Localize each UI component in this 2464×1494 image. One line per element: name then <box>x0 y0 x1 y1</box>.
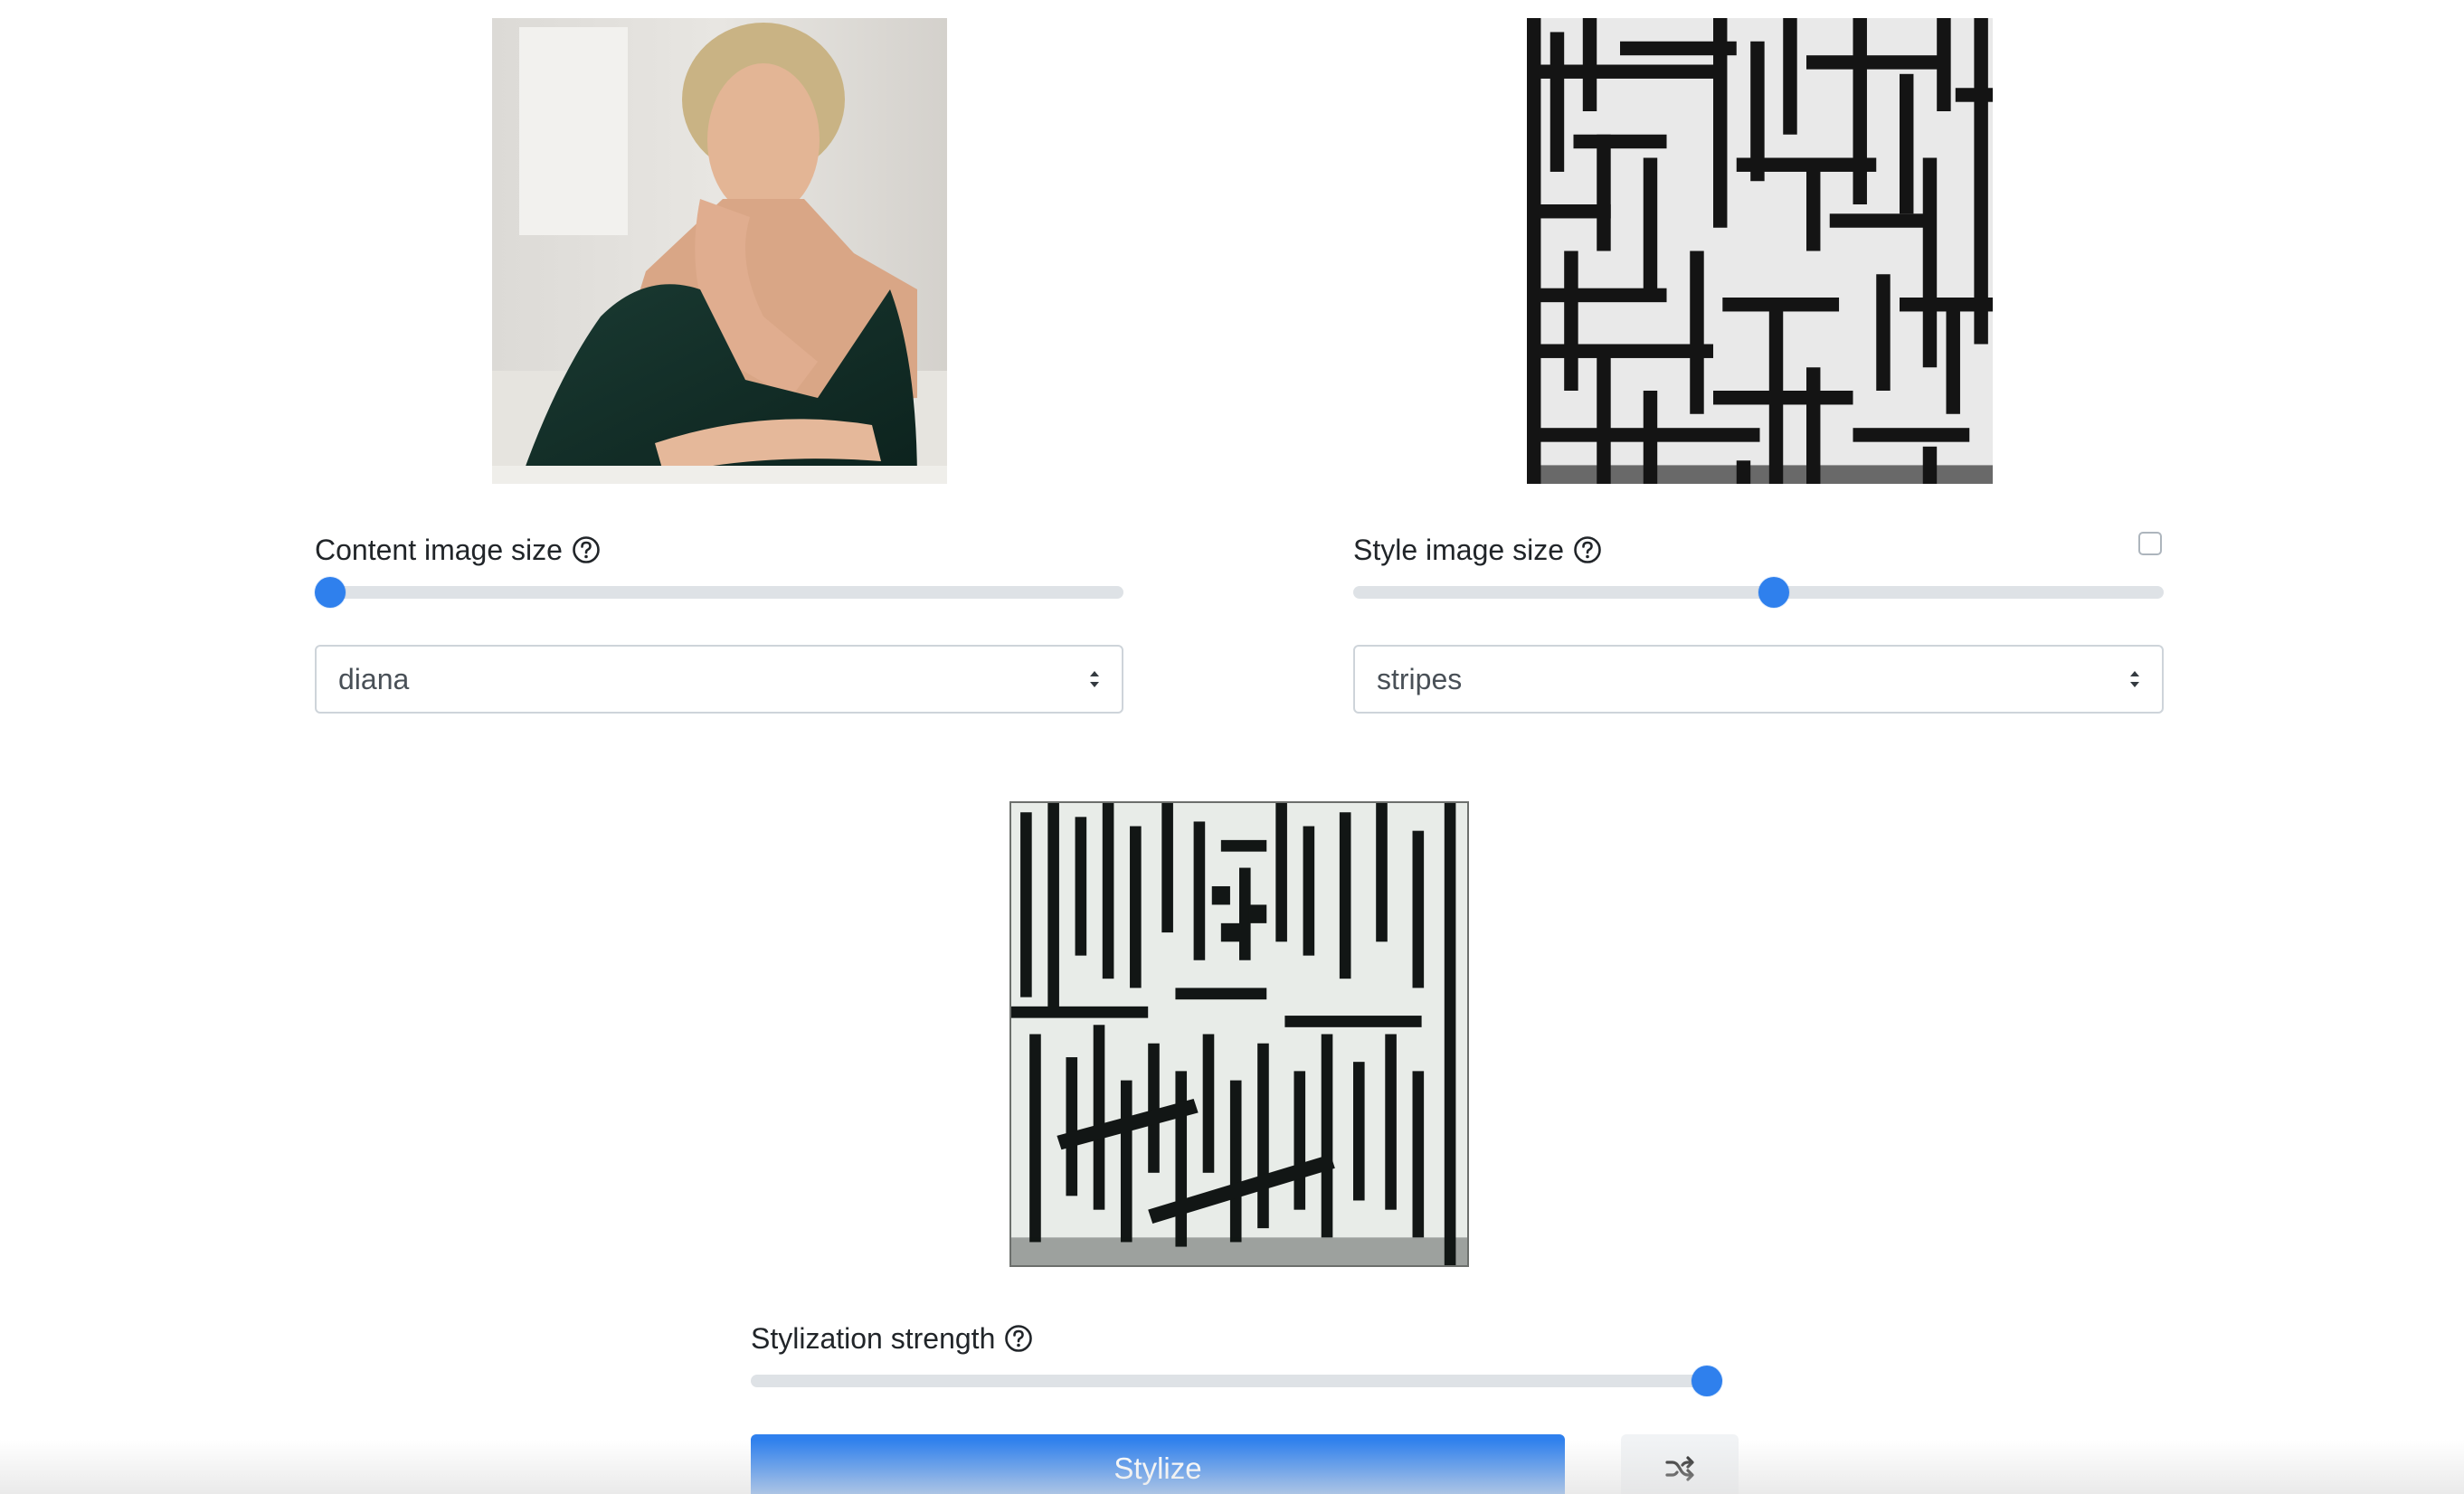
stylization-strength-label: Stylization strength <box>751 1322 996 1355</box>
sort-caret-icon <box>1087 667 1102 691</box>
style-image-select-value: stripes <box>1377 662 1463 695</box>
content-image-size-label: Content image size <box>315 534 563 566</box>
stylization-strength-label-row: Stylization strength <box>751 1320 1033 1357</box>
stylized-result-image <box>1009 801 1469 1267</box>
question-circle-icon[interactable] <box>572 535 601 564</box>
content-image <box>492 18 947 484</box>
stylize-button[interactable]: Stylize <box>751 1434 1565 1494</box>
style-transfer-page: Content image size diana Style image siz… <box>0 0 2464 1494</box>
style-image-select[interactable]: stripes <box>1353 645 2164 714</box>
content-image-size-slider[interactable] <box>315 577 1123 608</box>
content-image-size-label-row: Content image size <box>315 532 601 568</box>
style-image-size-label-row: Style image size <box>1353 532 1602 568</box>
content-image-size-slider-thumb[interactable] <box>315 577 346 608</box>
content-image-select[interactable]: diana <box>315 645 1123 714</box>
stylized-pattern <box>1011 803 1467 1265</box>
style-image-size-slider[interactable] <box>1353 577 2164 608</box>
stylization-strength-slider-thumb[interactable] <box>1692 1366 1722 1396</box>
question-circle-icon[interactable] <box>1573 535 1602 564</box>
randomize-button[interactable] <box>1621 1434 1739 1494</box>
content-photo-portrait <box>492 18 947 484</box>
stylization-strength-slider[interactable] <box>751 1366 1722 1396</box>
style-image <box>1527 18 1993 484</box>
style-image-checkbox[interactable] <box>2138 532 2162 555</box>
style-image-size-label: Style image size <box>1353 534 1564 566</box>
style-image-size-slider-thumb[interactable] <box>1758 577 1790 608</box>
style-pattern-stripes <box>1527 18 1993 484</box>
shuffle-icon <box>1663 1452 1696 1485</box>
content-image-select-value: diana <box>338 662 410 695</box>
question-circle-icon[interactable] <box>1004 1324 1033 1353</box>
sort-caret-icon <box>2128 667 2142 691</box>
